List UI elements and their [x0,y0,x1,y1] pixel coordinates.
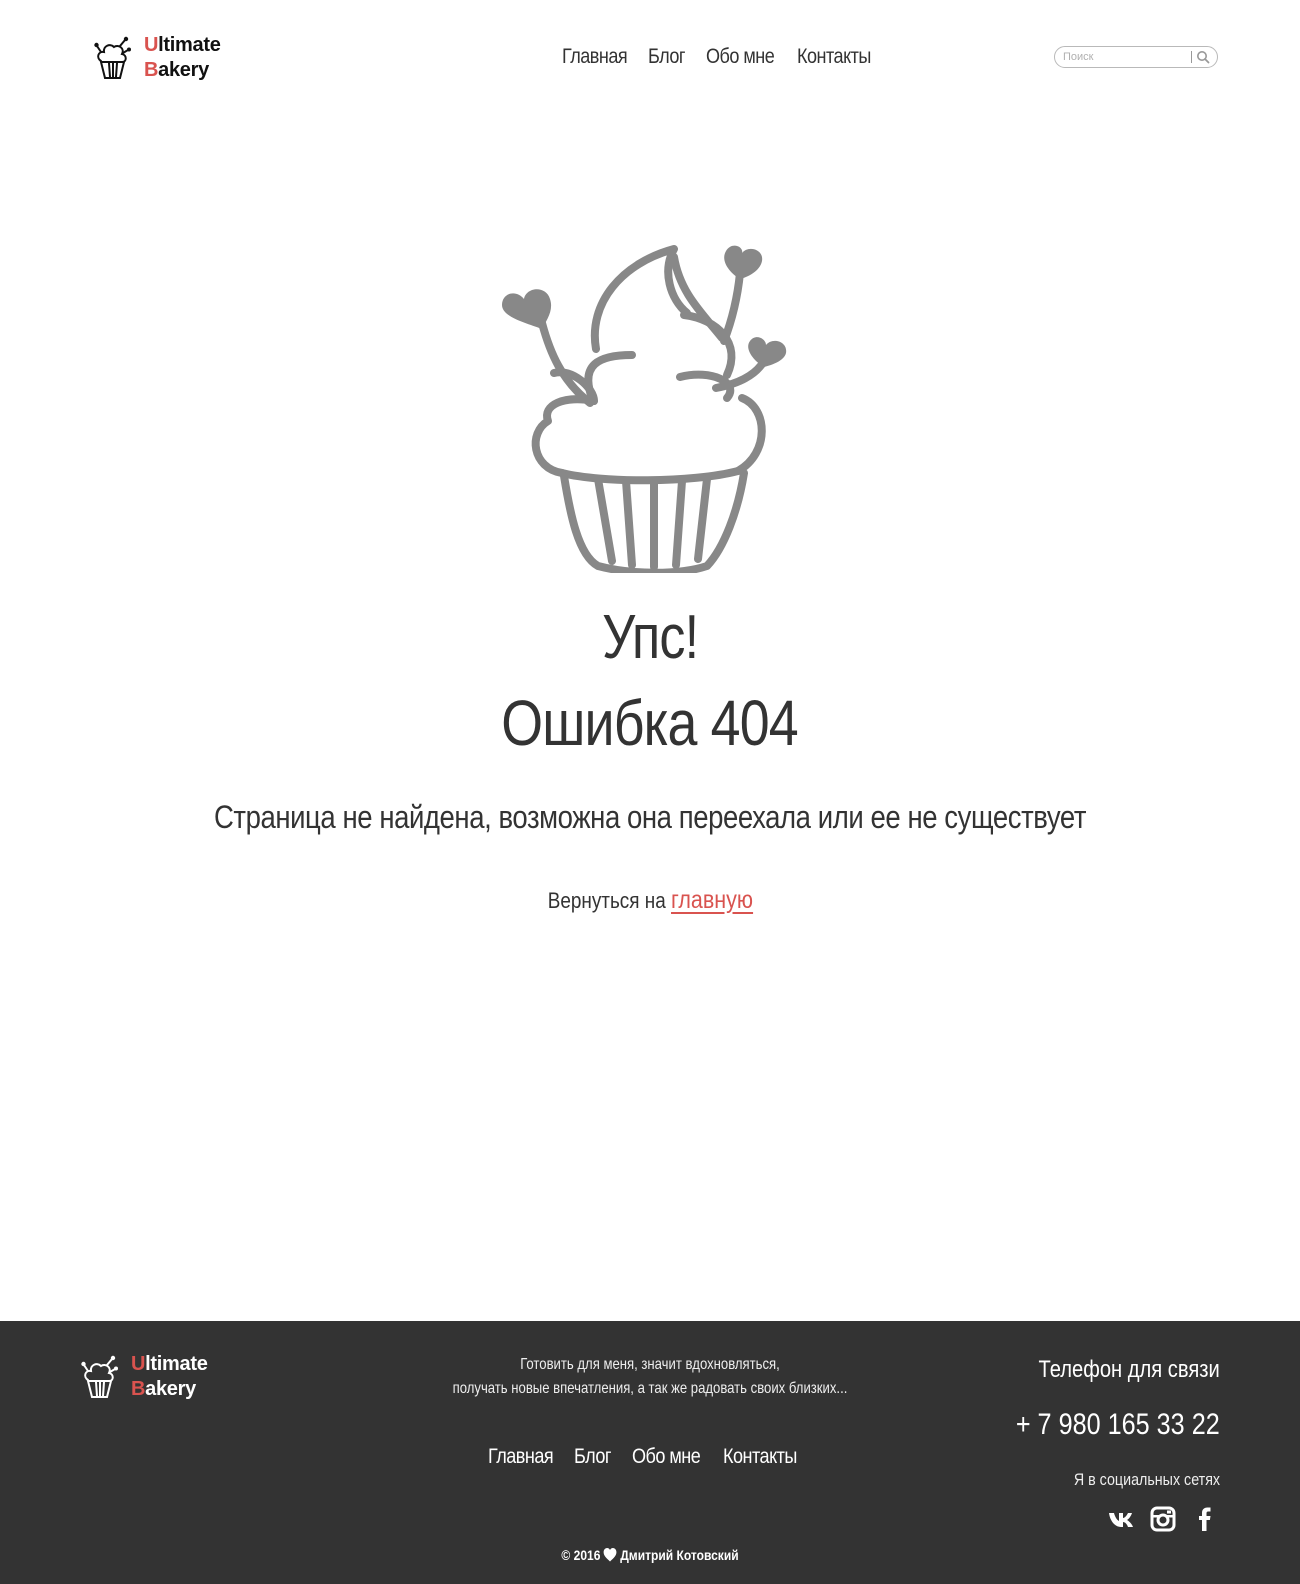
cupcake-logo-icon [94,36,131,79]
error-oops-heading: Упс! [601,603,699,672]
footer-nav-link-contacts[interactable]: Контакты [723,1440,797,1474]
back-to-home: Вернуться на главную [0,883,1300,918]
social-links [1108,1506,1218,1532]
phone-number[interactable]: + 7 980 165 33 22 [977,1405,1220,1445]
footer-logo-link[interactable]: Ultimate Bakery [79,1352,208,1402]
error-page-content: Упс! Ошибка 404 Страница не найдена, воз… [0,115,1300,1321]
vk-icon[interactable] [1108,1506,1134,1532]
phone-label: Телефон для связи [1038,1356,1220,1383]
social-label: Я в социальных сетях [1073,1470,1220,1489]
site-header: Ultimate Bakery Главная Блог Обо мне Кон… [0,0,1300,115]
heart-icon [603,1548,617,1562]
nav-link-blog[interactable]: Блог [648,40,698,74]
logo-text: Ultimate Bakery [144,34,221,81]
footer-nav-link-about[interactable]: Обо мне [632,1440,710,1474]
search-input[interactable] [1063,49,1183,65]
search-divider [1191,51,1192,63]
footer-nav: Главная Блог Обо мне Контакты [488,1440,803,1474]
cupcake-logo-icon [81,1355,118,1398]
search-box [1054,46,1218,68]
instagram-icon[interactable] [1150,1506,1176,1532]
nav-link-contacts[interactable]: Контакты [797,40,871,74]
copyright-year: © 2016 [561,1547,601,1563]
footer-nav-link-home[interactable]: Главная [488,1440,562,1474]
logo-link[interactable]: Ultimate Bakery [92,33,221,83]
main-nav: Главная Блог Обо мне Контакты [562,40,877,74]
error-message: Страница не найдена, возможна она переех… [213,799,1087,835]
nav-link-about[interactable]: Обо мне [706,40,784,74]
footer-nav-link-blog[interactable]: Блог [574,1440,624,1474]
error-code-heading: Ошибка 404 [501,687,799,759]
footer-tagline: Готовить для меня, значит вдохновляться,… [452,1356,848,1397]
copyright-author: Дмитрий Котовский [620,1547,739,1563]
cupcake-illustration-icon [502,245,787,573]
site-footer: Ultimate Bakery Готовить для меня, значи… [0,1321,1300,1584]
back-home-link[interactable]: главную [671,886,753,914]
footer-logo-text: Ultimate Bakery [131,1353,208,1400]
nav-link-home[interactable]: Главная [562,40,636,74]
facebook-icon[interactable] [1192,1506,1218,1532]
back-prefix-text: Вернуться на [547,888,666,913]
copyright: © 2016 Дмитрий Котовский [0,1545,1300,1565]
search-icon[interactable] [1196,50,1210,64]
